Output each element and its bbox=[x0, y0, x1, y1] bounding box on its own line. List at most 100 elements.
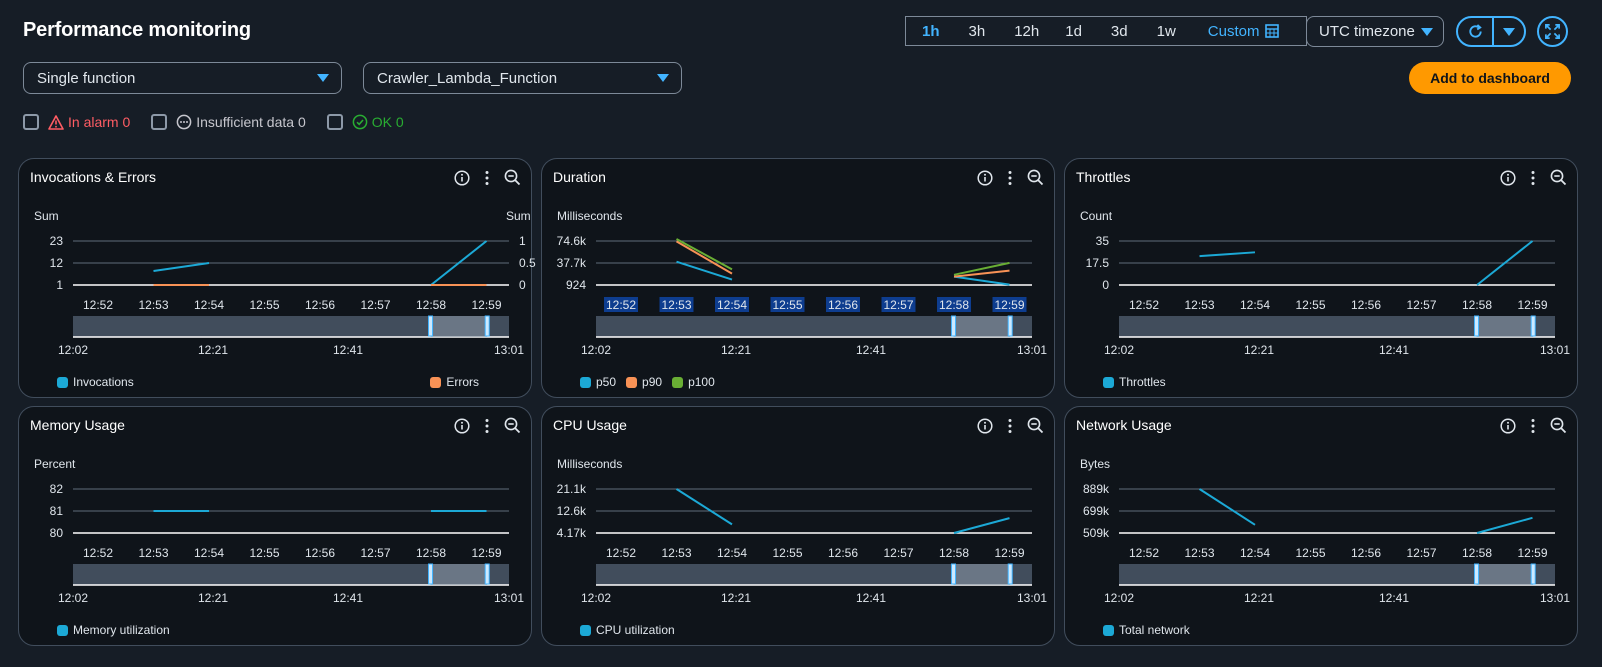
series-line-total-network bbox=[1198, 488, 1256, 526]
chart-legend: Total network bbox=[1103, 623, 1190, 637]
timezone-select[interactable]: UTC timezone bbox=[1306, 16, 1444, 47]
y-tick-label: 35 bbox=[1096, 234, 1110, 248]
brush-handle-right[interactable] bbox=[1007, 315, 1013, 337]
series-line-throttles bbox=[1199, 251, 1256, 258]
overview-brush[interactable] bbox=[953, 564, 1011, 585]
range-3h-button[interactable]: 3h bbox=[969, 23, 986, 40]
x-tick-label: 12:56 bbox=[1351, 546, 1381, 560]
overview-brush[interactable] bbox=[430, 564, 488, 585]
range-1d-button[interactable]: 1d bbox=[1065, 23, 1082, 40]
time-range-selector: 1h 3h 12h 1d 3d 1w Custom bbox=[905, 16, 1307, 46]
refresh-button[interactable] bbox=[1458, 18, 1494, 45]
overview-tick-label: 12:02 bbox=[1104, 343, 1134, 357]
chart-legend: p50 p90 p100 bbox=[580, 375, 715, 389]
brush-handle-right[interactable] bbox=[1530, 563, 1536, 585]
legend-swatch bbox=[1103, 376, 1114, 388]
series-line-p50 bbox=[953, 275, 1010, 286]
overview-tick-label: 12:21 bbox=[198, 343, 228, 357]
overview-tick-label: 12:41 bbox=[333, 591, 363, 605]
metric-panel: Network Usage Bytes 889k 699k 509k 12:52 12:53… bbox=[1064, 406, 1578, 646]
brush-handle-right[interactable] bbox=[484, 563, 490, 585]
ok-checkbox[interactable] bbox=[326, 114, 343, 130]
x-tick-label: 12:59 bbox=[1517, 546, 1547, 560]
brush-handle-left[interactable] bbox=[428, 315, 434, 337]
legend-item[interactable]: CPU utilization bbox=[580, 623, 675, 637]
y-tick-label: 80 bbox=[50, 526, 64, 540]
range-custom-button[interactable]: Custom bbox=[1208, 23, 1280, 40]
brush-handle-left[interactable] bbox=[951, 563, 957, 585]
warning-icon bbox=[48, 114, 64, 130]
legend-swatch bbox=[57, 624, 68, 636]
brush-handle-right[interactable] bbox=[1530, 315, 1536, 337]
chevron-down-icon bbox=[1421, 28, 1433, 36]
overview-brush[interactable] bbox=[430, 316, 488, 337]
legend-label: Errors bbox=[446, 375, 479, 389]
legend-label: p50 bbox=[596, 375, 617, 389]
x-tick-label: 12:53 bbox=[138, 546, 168, 560]
x-tick-label: 12:58 bbox=[416, 546, 446, 560]
overview-tick-label: 12:21 bbox=[198, 591, 228, 605]
brush-handle-left[interactable] bbox=[951, 315, 957, 337]
legend-item[interactable]: p50 bbox=[580, 375, 616, 389]
refresh-options-button[interactable] bbox=[1494, 18, 1524, 45]
legend-item-right[interactable]: Errors bbox=[430, 375, 479, 389]
y-tick-label: 0 bbox=[1102, 278, 1109, 292]
x-tick-label: 12:56 bbox=[828, 546, 858, 560]
x-tick-label: 12:52 bbox=[83, 546, 113, 560]
brush-handle-left[interactable] bbox=[428, 563, 434, 585]
x-tick-label: 12:57 bbox=[883, 546, 913, 560]
overview-brush[interactable] bbox=[1476, 564, 1534, 585]
y-tick-label: 82 bbox=[50, 482, 64, 496]
range-12h-button[interactable]: 12h bbox=[1014, 23, 1039, 40]
legend-swatch bbox=[672, 376, 684, 388]
x-tick-label: 12:56 bbox=[828, 298, 858, 312]
x-tick-label: 12:59 bbox=[471, 298, 501, 312]
x-tick-label: 12:58 bbox=[1462, 298, 1492, 312]
function-name-select[interactable]: Crawler_Lambda_Function bbox=[363, 62, 682, 94]
x-tick-label: 12:52 bbox=[1129, 298, 1159, 312]
legend-swatch bbox=[580, 376, 591, 388]
overview-brush[interactable] bbox=[1476, 316, 1534, 337]
overview-tick-label: 13:01 bbox=[494, 591, 524, 605]
y-axis-unit: Count bbox=[1080, 209, 1113, 223]
x-tick-label: 12:59 bbox=[994, 546, 1024, 560]
y-tick-label-right: 0 bbox=[519, 278, 526, 292]
legend-item[interactable]: Memory utilization bbox=[57, 623, 170, 637]
chart-svg: Percent 82 81 80 12:52 12:53 12:54 12:55 12:56 12… bbox=[34, 457, 524, 605]
brush-handle-left[interactable] bbox=[1474, 563, 1480, 585]
y-tick-label: 509k bbox=[1083, 526, 1110, 540]
in-alarm-checkbox[interactable] bbox=[23, 114, 39, 130]
legend-item[interactable]: Throttles bbox=[1103, 375, 1166, 389]
brush-handle-right[interactable] bbox=[1007, 563, 1013, 585]
function-name-value: Crawler_Lambda_Function bbox=[377, 69, 558, 87]
chart-svg: Count 35 17.5 0 12:52 12:53 12:54 12:55 12:56 12:… bbox=[1080, 209, 1570, 357]
fullscreen-button[interactable] bbox=[1537, 16, 1568, 47]
y-tick-label: 924 bbox=[566, 278, 586, 292]
legend-item[interactable]: Total network bbox=[1103, 623, 1190, 637]
brush-handle-left[interactable] bbox=[1474, 315, 1480, 337]
legend-item[interactable]: p100 bbox=[672, 375, 715, 389]
brush-handle-right[interactable] bbox=[484, 315, 490, 337]
range-1w-button[interactable]: 1w bbox=[1157, 23, 1176, 40]
y-tick-label: 12.6k bbox=[557, 504, 587, 518]
function-mode-select[interactable]: Single function bbox=[23, 62, 342, 94]
legend-label: CPU utilization bbox=[596, 623, 675, 637]
x-tick-label: 12:57 bbox=[360, 298, 390, 312]
x-tick-label: 12:59 bbox=[1517, 298, 1547, 312]
overview-tick-label: 13:01 bbox=[1017, 343, 1047, 357]
y-tick-label: 37.7k bbox=[557, 256, 587, 270]
y-tick-label: 74.6k bbox=[557, 234, 587, 248]
x-tick-label: 12:55 bbox=[772, 546, 802, 560]
legend-item[interactable]: p90 bbox=[626, 375, 662, 389]
calendar-icon bbox=[1265, 24, 1280, 38]
range-1h-button[interactable]: 1h bbox=[922, 23, 940, 40]
range-3d-button[interactable]: 3d bbox=[1111, 23, 1128, 40]
x-tick-label: 12:59 bbox=[994, 298, 1024, 312]
overview-brush[interactable] bbox=[953, 316, 1011, 337]
ok-filter: OK 0 bbox=[326, 114, 404, 130]
add-to-dashboard-button[interactable]: Add to dashboard bbox=[1409, 62, 1571, 94]
insufficient-data-checkbox[interactable] bbox=[151, 114, 168, 130]
legend-item[interactable]: Invocations bbox=[57, 375, 134, 389]
legend-label: Total network bbox=[1119, 623, 1190, 637]
chart-svg: Sum 23 12 1 Sum 1 0.5 0 12:52 12:53 12:54 12:55 12:5… bbox=[34, 209, 536, 357]
